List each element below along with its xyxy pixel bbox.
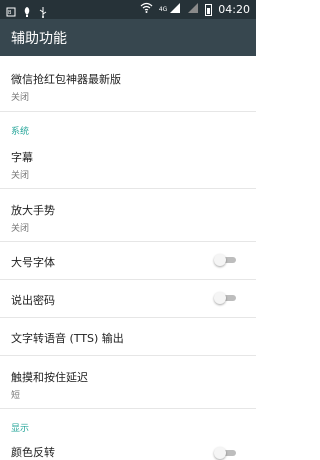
setting-summary: 关闭	[11, 93, 30, 103]
divider	[0, 111, 256, 112]
setting-item-magnification-gestures[interactable]: 放大手势 关闭	[11, 202, 55, 234]
section-header-display: 显示	[11, 424, 30, 434]
setting-title: 文字转语音 (TTS) 输出	[11, 332, 124, 345]
setting-summary: 短	[11, 391, 21, 401]
switch-thumb	[214, 447, 226, 459]
large-text-switch[interactable]	[214, 254, 238, 266]
usb-icon	[38, 3, 48, 18]
divider	[0, 355, 256, 356]
divider	[0, 241, 256, 242]
setting-title: 大号字体	[11, 256, 55, 269]
notification-icon	[22, 3, 32, 17]
battery-icon	[205, 3, 213, 16]
setting-item-color-inversion[interactable]: 颜色反转	[11, 444, 55, 460]
setting-item-tts-output[interactable]: 文字转语音 (TTS) 输出	[11, 330, 124, 346]
speak-passwords-switch[interactable]	[214, 292, 238, 304]
setting-title: 字幕	[11, 151, 33, 164]
status-right: 4G 04:20	[140, 2, 250, 17]
divider	[0, 317, 256, 318]
setting-title: 说出密码	[11, 294, 55, 307]
setting-title: 触摸和按住延迟	[11, 371, 88, 384]
wifi-icon	[140, 2, 153, 17]
signal-icon	[169, 2, 181, 17]
setting-item-large-text[interactable]: 大号字体	[11, 254, 55, 270]
signal-icon-2	[187, 2, 199, 17]
page-title: 辅助功能	[11, 31, 67, 47]
setting-title: 颜色反转	[11, 446, 55, 459]
divider	[0, 279, 256, 280]
divider	[0, 408, 256, 409]
setting-item-speak-passwords[interactable]: 说出密码	[11, 292, 55, 308]
switch-thumb	[214, 254, 226, 266]
setting-title: 放大手势	[11, 204, 55, 217]
setting-item-wechat-redpacket[interactable]: 微信抢红包神器最新版 关闭	[11, 71, 121, 103]
sim-icon: B	[6, 3, 16, 17]
section-header-system: 系统	[11, 127, 30, 137]
setting-title: 微信抢红包神器最新版	[11, 73, 121, 86]
toolbar: 辅助功能	[0, 19, 256, 56]
status-bar: B 4G 04:20	[0, 0, 256, 19]
setting-item-touch-hold-delay[interactable]: 触摸和按住延迟 短	[11, 369, 88, 401]
setting-summary: 关闭	[11, 171, 30, 181]
divider	[0, 188, 256, 189]
setting-summary: 关闭	[11, 224, 30, 234]
network-type: 4G	[158, 6, 168, 13]
setting-item-captions[interactable]: 字幕 关闭	[11, 149, 33, 181]
status-left-icons: B	[6, 3, 48, 18]
status-time: 04:20	[218, 3, 250, 16]
switch-thumb	[214, 292, 226, 304]
svg-text:B: B	[8, 10, 12, 16]
color-inversion-switch[interactable]	[214, 447, 238, 459]
